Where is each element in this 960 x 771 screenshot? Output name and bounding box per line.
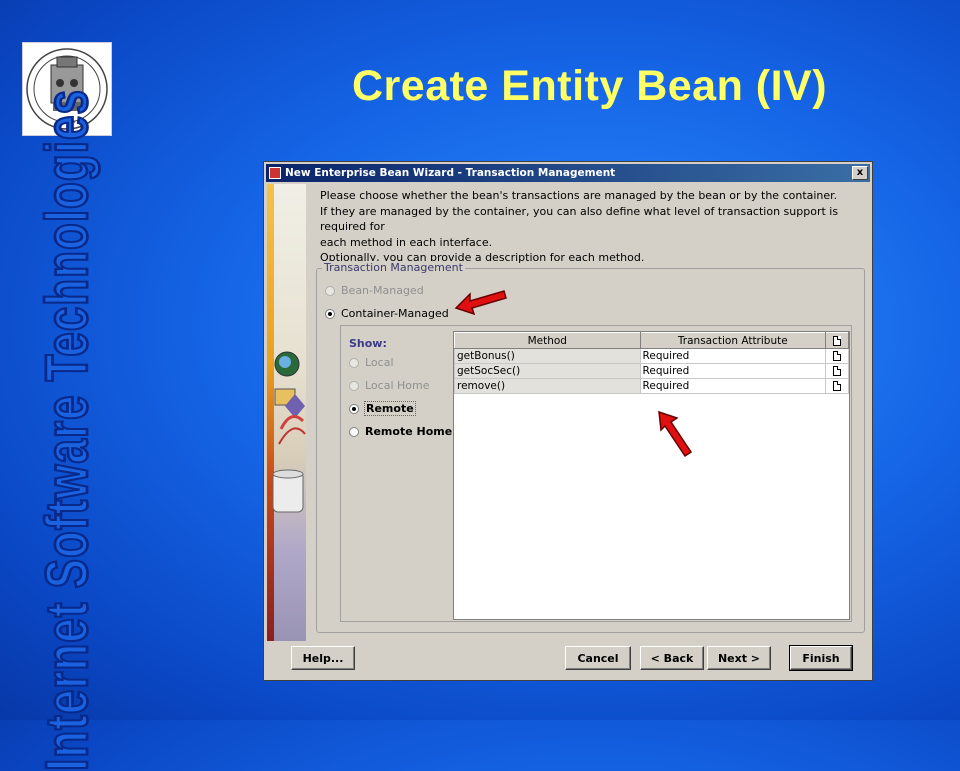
instruction-line: Please choose whether the bean's transac… [320,189,838,202]
attribute-cell[interactable]: Required [639,363,827,379]
arrow-pointing-to-transaction-attribute [658,410,693,458]
description-cell[interactable] [825,348,849,364]
table-row[interactable]: getBonus() Required [454,348,849,364]
document-icon [833,351,842,361]
remote-home-radio[interactable]: Remote Home [349,425,452,438]
document-icon [833,381,842,391]
container-managed-radio[interactable]: Container-Managed [325,307,449,320]
document-icon [833,335,842,346]
document-icon [833,366,842,376]
local-home-label: Local Home [365,379,430,392]
dialog-title: New Enterprise Bean Wizard - Transaction… [285,167,616,179]
arrow-pointing-to-container-managed [454,290,507,316]
local-label: Local [365,356,394,369]
instructions: Please choose whether the bean's transac… [320,188,865,266]
group-title: Transaction Management [322,261,465,274]
instruction-line: If they are managed by the container, yo… [320,204,839,234]
radio-circle [349,357,359,368]
dialog-titlebar[interactable]: New Enterprise Bean Wizard - Transaction… [266,164,870,182]
column-header-method[interactable]: Method [454,332,641,349]
radio-circle [349,380,359,391]
table-row[interactable]: getSocSec() Required [454,363,849,379]
slide-title: Create Entity Bean (IV) [352,62,828,110]
column-header-attribute[interactable]: Transaction Attribute [639,332,827,349]
remote-radio[interactable]: Remote [349,401,416,416]
method-cell[interactable]: getBonus() [454,348,641,364]
description-cell[interactable] [825,363,849,379]
attribute-cell[interactable]: Required [639,378,827,394]
container-managed-label: Container-Managed [341,307,449,320]
finish-button[interactable]: Finish [789,645,853,671]
next-button[interactable]: Next > [707,646,771,670]
attribute-cell[interactable]: Required [639,348,827,364]
close-button[interactable]: x [852,166,868,180]
method-cell[interactable]: getSocSec() [454,363,641,379]
bean-managed-radio[interactable]: Bean-Managed [325,284,424,297]
table-header-row: Method Transaction Attribute [454,332,849,349]
wizard-dialog: New Enterprise Bean Wizard - Transaction… [263,161,873,681]
back-button[interactable]: < Back [640,646,704,670]
cancel-button[interactable]: Cancel [565,646,631,670]
radio-circle-selected [349,403,359,414]
radio-circle-selected [325,308,335,319]
app-icon [269,167,281,179]
column-header-description[interactable] [825,332,849,349]
description-cell[interactable] [825,378,849,394]
radio-circle [349,426,359,437]
remote-label: Remote [364,401,416,416]
wizard-side-art [267,184,306,641]
radio-circle [325,285,335,296]
show-label: Show: [349,337,387,350]
method-cell[interactable]: remove() [454,378,641,394]
remote-home-label: Remote Home [365,425,453,438]
bean-managed-label: Bean-Managed [341,284,424,297]
methods-table[interactable]: Method Transaction Attribute getBonus() … [453,331,850,620]
instruction-line: each method in each interface. [320,235,493,249]
help-button[interactable]: Help... [291,646,355,670]
local-home-radio[interactable]: Local Home [349,379,430,392]
local-radio[interactable]: Local [349,356,394,369]
side-title-text: Internet Software Technologies [33,88,101,771]
table-row[interactable]: remove() Required [454,378,849,394]
